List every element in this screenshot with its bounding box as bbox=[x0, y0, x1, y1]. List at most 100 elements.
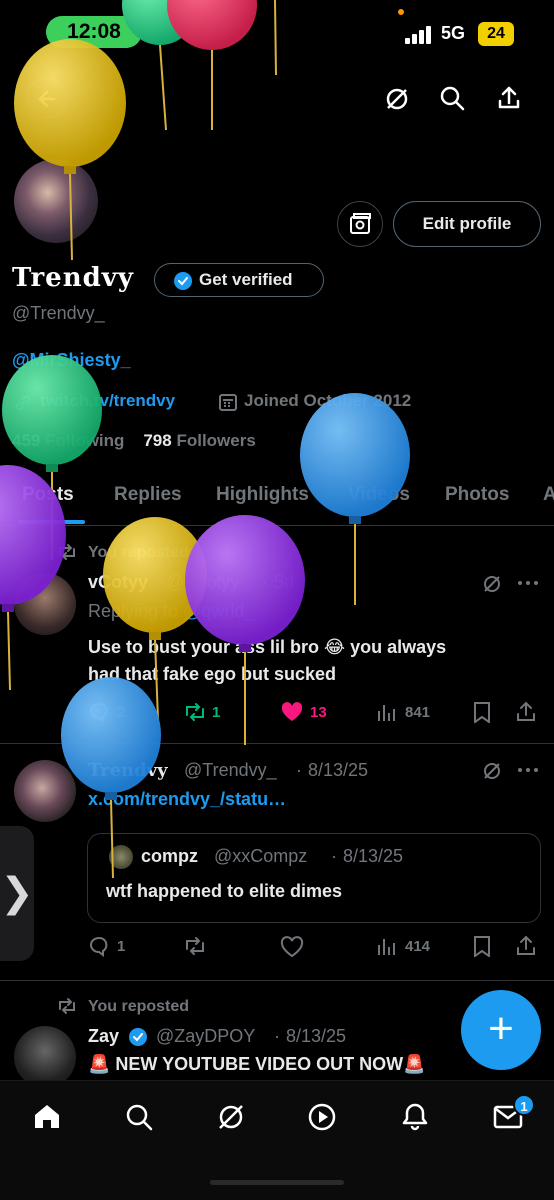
reply-icon[interactable] bbox=[88, 935, 110, 957]
avatar bbox=[109, 845, 133, 869]
link-icon bbox=[12, 392, 34, 414]
dot-separator: · bbox=[331, 846, 337, 866]
post-text: 🚨 NEW YOUTUBE VIDEO OUT NOW🚨 bbox=[88, 1054, 426, 1074]
bell-icon[interactable] bbox=[400, 1101, 430, 1131]
messages-badge: 1 bbox=[513, 1094, 535, 1116]
dot-separator: · bbox=[262, 572, 268, 592]
post-author[interactable]: Zay bbox=[88, 1026, 119, 1047]
verified-icon bbox=[173, 271, 193, 291]
home-icon[interactable] bbox=[32, 1102, 62, 1130]
avatar[interactable] bbox=[14, 1026, 76, 1088]
grok-icon[interactable] bbox=[481, 760, 503, 782]
divider bbox=[0, 525, 554, 526]
calendar-icon bbox=[218, 392, 238, 412]
quote-handle: @xxCompz bbox=[214, 846, 308, 866]
heart-icon[interactable] bbox=[280, 701, 304, 723]
tab-posts[interactable]: Posts bbox=[22, 484, 74, 506]
quote-author: compz bbox=[141, 846, 199, 866]
views-icon[interactable] bbox=[376, 936, 398, 956]
following-label[interactable]: Following bbox=[45, 431, 124, 450]
views-icon[interactable] bbox=[376, 702, 398, 722]
post-time[interactable]: 5d bbox=[274, 572, 294, 593]
battery-level: 24 bbox=[478, 22, 514, 46]
get-verified-button[interactable]: Get verified bbox=[154, 263, 324, 297]
following-count[interactable]: 459 bbox=[12, 431, 40, 450]
repost-icon[interactable] bbox=[183, 702, 207, 722]
display-name: Trendvy bbox=[12, 263, 134, 293]
bookmark-icon[interactable] bbox=[472, 701, 492, 723]
avatar[interactable] bbox=[14, 573, 76, 635]
heart-icon[interactable] bbox=[280, 936, 304, 958]
website-link[interactable]: twitch.tv/trendvy bbox=[40, 391, 175, 411]
get-verified-label: Get verified bbox=[199, 270, 293, 289]
balloon-blue-lower bbox=[61, 677, 161, 800]
search-icon[interactable] bbox=[124, 1102, 154, 1132]
bookmark-icon[interactable] bbox=[472, 935, 492, 957]
grok-icon[interactable] bbox=[481, 573, 503, 595]
followers-label[interactable]: Followers bbox=[176, 431, 255, 450]
repost-icon bbox=[56, 997, 78, 1015]
reply-context: Replying to @qwrld_ bbox=[88, 601, 254, 622]
reply-count: 1 bbox=[117, 938, 126, 955]
share-icon[interactable] bbox=[515, 934, 537, 956]
profile-avatar[interactable] bbox=[12, 157, 100, 245]
share-icon[interactable] bbox=[515, 700, 537, 722]
post-handle[interactable]: @Trendvy_ bbox=[184, 760, 277, 781]
tab-articles[interactable]: A bbox=[543, 484, 554, 506]
quote-text: wtf happened to elite dimes bbox=[106, 881, 343, 901]
grok-icon[interactable] bbox=[383, 85, 411, 113]
cell-signal-icon bbox=[405, 26, 433, 49]
more-icon[interactable] bbox=[516, 760, 540, 780]
like-count: 13 bbox=[310, 704, 327, 721]
profile-handle: @Trendvy_ bbox=[12, 303, 105, 323]
tab-photos[interactable]: Photos bbox=[445, 484, 509, 506]
post-text-line2: had that fake ego but sucked bbox=[88, 664, 337, 684]
reply-icon[interactable] bbox=[88, 701, 110, 723]
post-link[interactable]: x.com/trendvy_/statu… bbox=[88, 789, 286, 810]
tab-videos[interactable]: Videos bbox=[348, 484, 410, 506]
replying-to-label: Replying to bbox=[88, 601, 179, 621]
repost-icon[interactable] bbox=[183, 936, 207, 956]
share-icon[interactable] bbox=[495, 84, 523, 112]
tab-highlights[interactable]: Highlights bbox=[216, 484, 309, 506]
repost-label: You reposted bbox=[88, 544, 190, 561]
tab-replies[interactable]: Replies bbox=[114, 484, 182, 506]
more-icon[interactable] bbox=[516, 573, 540, 593]
dot-separator: · bbox=[296, 760, 302, 780]
post-time[interactable]: 8/13/25 bbox=[308, 760, 368, 781]
post-author[interactable]: vCotyy bbox=[88, 572, 148, 593]
grok-icon[interactable] bbox=[215, 1101, 247, 1133]
verified-icon bbox=[128, 1027, 148, 1047]
search-icon[interactable] bbox=[438, 84, 466, 112]
bio-mention-link[interactable]: @MirShiesty_ bbox=[12, 350, 131, 371]
side-drawer-handle[interactable]: ❯ bbox=[0, 826, 34, 961]
joined-date: Joined October 2012 bbox=[244, 391, 412, 410]
edit-profile-button[interactable]: Edit profile bbox=[393, 201, 541, 247]
post-author[interactable]: Trendvy bbox=[88, 760, 168, 781]
status-time: 12:08 bbox=[46, 16, 142, 48]
analytics-button[interactable] bbox=[337, 201, 383, 247]
view-count: 414 bbox=[405, 938, 431, 955]
analytics-icon bbox=[350, 213, 371, 234]
repost-count: 1 bbox=[212, 704, 221, 721]
post-handle[interactable]: @ZayDPOY bbox=[156, 1026, 255, 1047]
post-time[interactable]: 8/13/25 bbox=[286, 1026, 346, 1047]
post-handle[interactable]: @vCotyy bbox=[166, 572, 239, 593]
repost-label: You reposted bbox=[88, 998, 190, 1015]
follow-stats: 459 Following 798 Followers bbox=[12, 431, 256, 451]
quote-time: 8/13/25 bbox=[343, 846, 404, 866]
repost-icon bbox=[56, 543, 78, 561]
home-indicator bbox=[210, 1180, 344, 1185]
balloon-red-top bbox=[167, 0, 257, 130]
recording-dot bbox=[398, 9, 404, 15]
compose-button[interactable]: + bbox=[461, 990, 541, 1070]
avatar[interactable] bbox=[14, 760, 76, 822]
reply-count: 2 bbox=[117, 704, 126, 721]
followers-count[interactable]: 798 bbox=[143, 431, 171, 450]
back-arrow-icon[interactable] bbox=[27, 78, 67, 118]
network-type: 5G bbox=[441, 23, 466, 43]
play-icon[interactable] bbox=[307, 1102, 337, 1132]
reply-to-handle[interactable]: @qwrld_ bbox=[183, 601, 254, 621]
active-tab-indicator bbox=[18, 520, 85, 524]
balloon-green-left bbox=[2, 355, 102, 560]
